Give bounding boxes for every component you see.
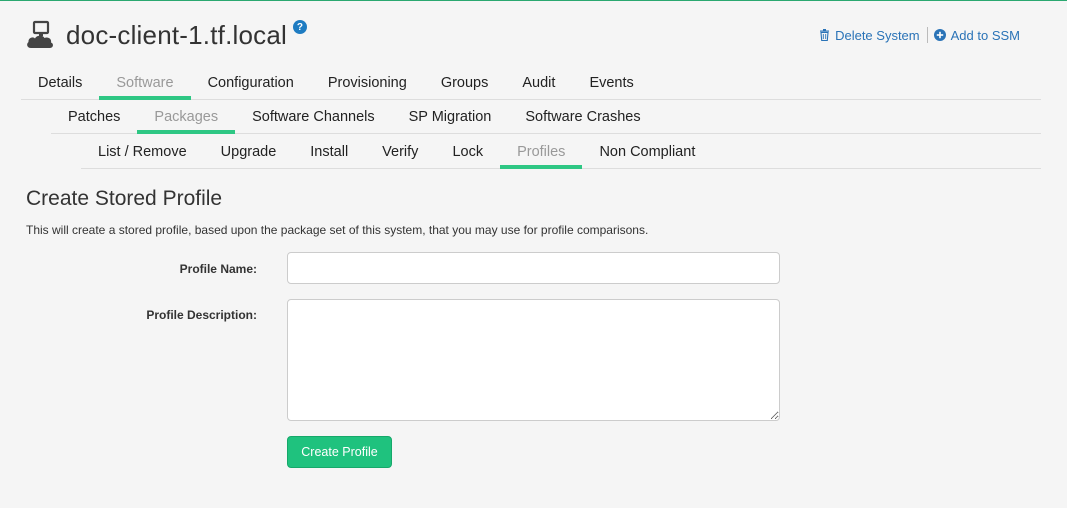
tab-profiles[interactable]: Profiles [500,136,583,169]
profile-description-textarea[interactable] [287,299,780,421]
system-tabs: Details Software Configuration Provision… [21,67,1041,100]
tab-non-compliant[interactable]: Non Compliant [582,136,712,168]
tab-events[interactable]: Events [572,67,650,99]
profile-name-label: Profile Name: [179,262,257,276]
question-circle-icon[interactable]: ? [292,20,307,34]
software-subtabs: Patches Packages Software Channels SP Mi… [51,101,1041,134]
tab-provisioning[interactable]: Provisioning [311,67,424,99]
page-header: doc-client-1.tf.local ? [26,15,307,55]
tab-audit[interactable]: Audit [505,67,572,99]
add-to-ssm-link[interactable]: Add to SSM [933,27,1020,43]
tab-configuration[interactable]: Configuration [191,67,311,99]
tab-software[interactable]: Software [99,67,191,100]
cloud-computer-icon [26,20,54,50]
section-title: Create Stored Profile [26,187,223,210]
section-description: This will create a stored profile, based… [26,223,649,237]
tab-upgrade[interactable]: Upgrade [204,136,294,168]
trash-icon [820,29,830,41]
tab-sp-migration[interactable]: SP Migration [392,101,509,133]
tab-details[interactable]: Details [21,67,99,99]
add-to-ssm-label: Add to SSM [950,27,1020,43]
tab-patches[interactable]: Patches [51,101,137,133]
delete-system-label: Delete System [835,27,920,43]
action-divider [926,27,928,43]
tab-groups[interactable]: Groups [424,67,506,99]
page-title: doc-client-1.tf.local [66,19,287,50]
tab-lock[interactable]: Lock [435,136,500,168]
create-profile-button[interactable]: Create Profile [287,436,392,468]
tab-list-remove[interactable]: List / Remove [81,136,204,168]
packages-subtabs: List / Remove Upgrade Install Verify Loc… [81,136,1041,169]
profile-description-label: Profile Description: [146,308,257,322]
plus-circle-icon [933,29,946,41]
delete-system-link[interactable]: Delete System [819,28,920,43]
tab-packages[interactable]: Packages [137,101,235,134]
tab-software-channels[interactable]: Software Channels [235,101,392,133]
tab-install[interactable]: Install [293,136,365,168]
tab-verify[interactable]: Verify [365,136,435,168]
system-actions: Delete System Add to SSM [819,27,1020,43]
profile-name-input[interactable] [287,252,780,284]
tab-software-crashes[interactable]: Software Crashes [508,101,657,133]
